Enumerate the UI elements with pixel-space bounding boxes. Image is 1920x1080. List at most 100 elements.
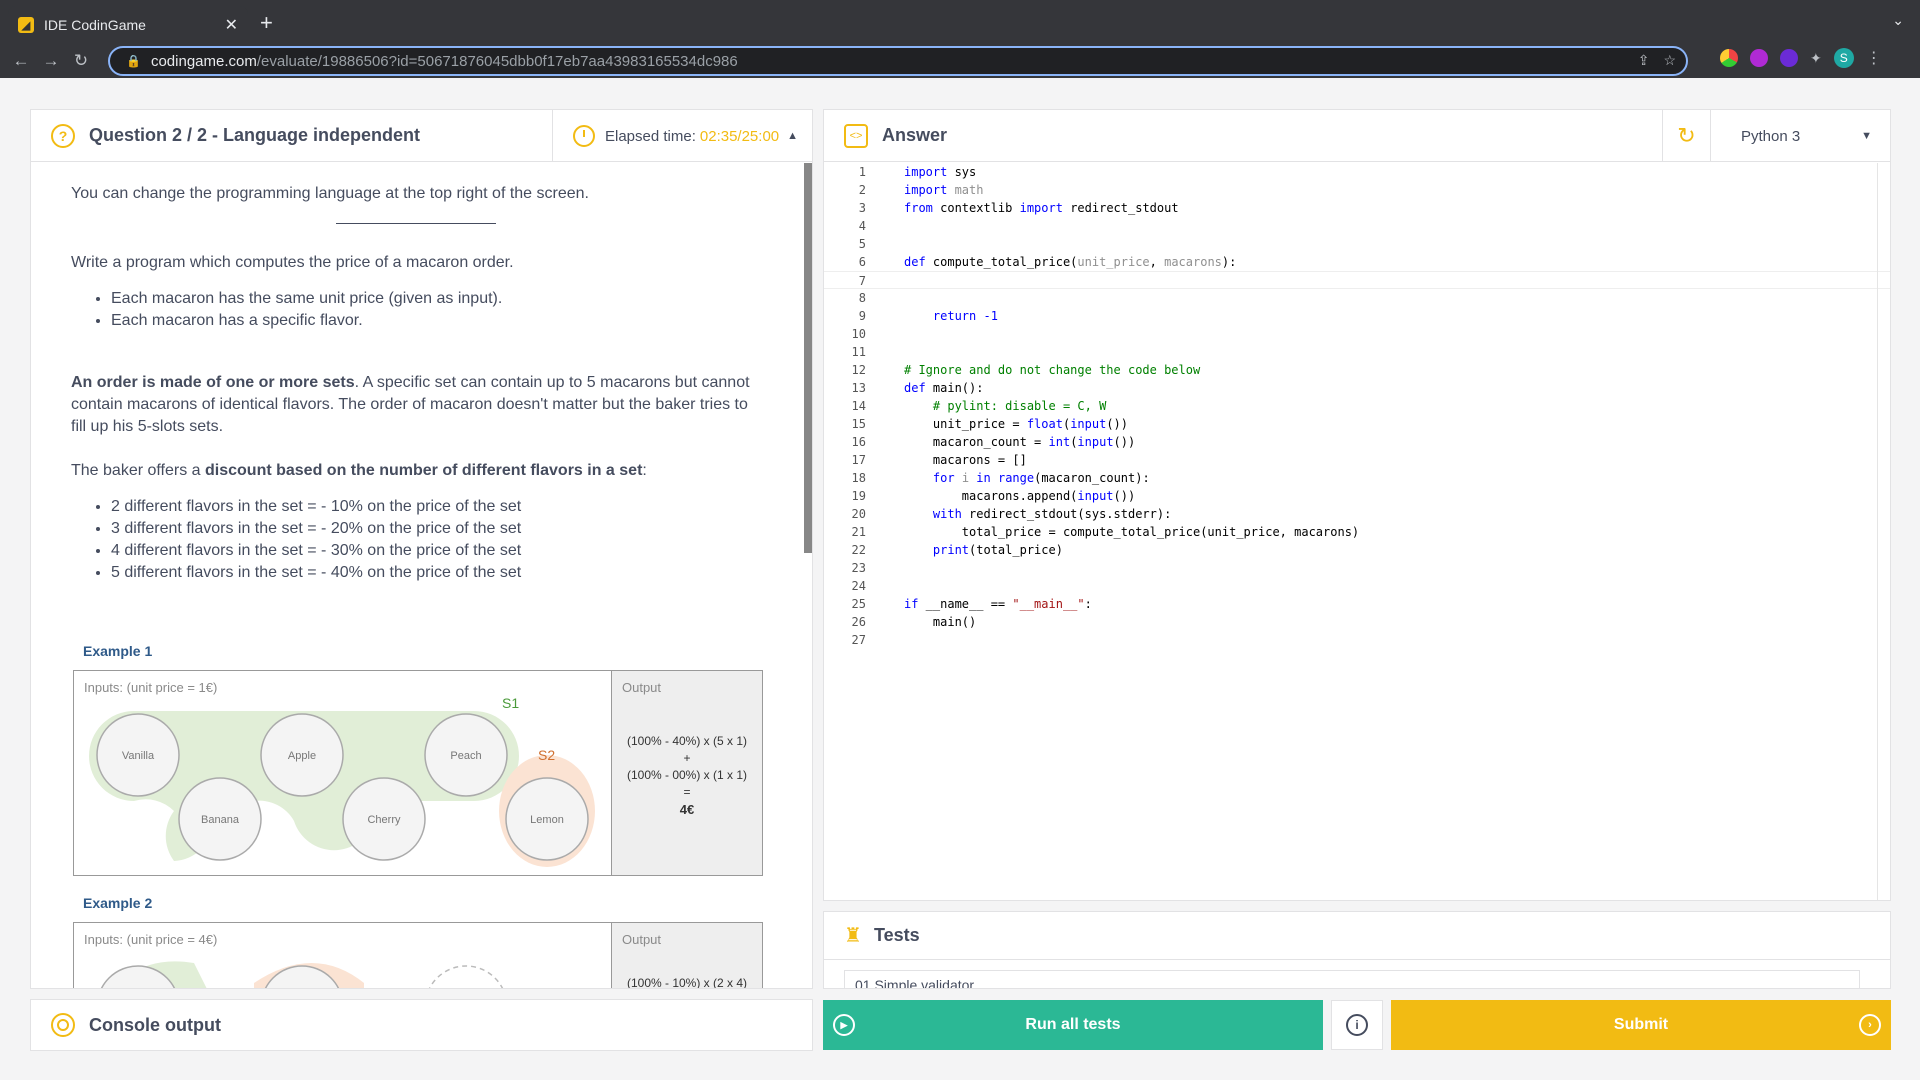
code-line[interactable]: 13 def main(): xyxy=(824,379,1890,397)
language-select[interactable]: Python 3 ▼ xyxy=(1710,110,1890,162)
console-panel[interactable]: Console output xyxy=(30,999,813,1051)
example2-output: Output (100% - 10%) x (2 x 4) xyxy=(612,923,762,988)
code-text: import sys xyxy=(876,163,976,181)
code-line[interactable]: 6 def compute_total_price(unit_price, mac… xyxy=(824,253,1890,271)
code-line[interactable]: 25 if __name__ == "__main__": xyxy=(824,595,1890,613)
extensions-puzzle-icon[interactable]: ✦ xyxy=(1810,50,1822,67)
example2-inputs: Inputs: (unit price = 4€) xyxy=(74,923,612,988)
line-number: 26 xyxy=(851,615,866,629)
code-line[interactable]: 24 xyxy=(824,577,1890,595)
code-token: unit_price xyxy=(1077,255,1150,269)
line-number: 18 xyxy=(851,471,866,485)
code-line[interactable]: 22 print(total_price) xyxy=(824,541,1890,559)
code-token: macarons xyxy=(1164,255,1222,269)
extension-icon-1[interactable] xyxy=(1720,49,1738,67)
flavor-label: Cherry xyxy=(367,814,401,826)
statement-scrollbar[interactable] xyxy=(804,163,812,553)
code-line[interactable]: 3 from contextlib import redirect_stdout xyxy=(824,199,1890,217)
browser-tab-strip: ◢ IDE CodinGame ✕ + ⌄ xyxy=(0,0,1920,44)
profile-avatar[interactable]: S xyxy=(1833,48,1854,68)
editor-scrollbar[interactable] xyxy=(1877,163,1878,900)
flavor-label: Banana xyxy=(201,814,240,826)
code-text: import math xyxy=(876,181,983,199)
test-case-item[interactable]: 01 Simple validator xyxy=(844,970,1860,988)
new-tab-icon[interactable]: + xyxy=(260,10,273,36)
lock-icon[interactable]: 🔒 xyxy=(126,54,141,68)
tab-title: IDE CodinGame xyxy=(44,17,146,33)
code-line[interactable]: 15 unit_price = float(input()) xyxy=(824,415,1890,433)
code-line[interactable]: 23 xyxy=(824,559,1890,577)
line-number: 17 xyxy=(851,453,866,467)
extension-icon-2[interactable] xyxy=(1750,49,1768,67)
forward-arrow-icon[interactable]: → xyxy=(36,51,66,71)
code-line[interactable]: 2 import math xyxy=(824,181,1890,199)
code-line[interactable]: 4 xyxy=(824,217,1890,235)
code-line[interactable]: 10 xyxy=(824,325,1890,343)
elapsed-value: 02:35/25:00 xyxy=(699,127,780,145)
code-line[interactable]: 7 xyxy=(824,271,1890,289)
info-button[interactable]: i xyxy=(1331,1000,1383,1050)
back-arrow-icon[interactable]: ← xyxy=(6,51,36,71)
code-token: float xyxy=(1026,417,1063,431)
code-token: in xyxy=(976,471,991,485)
code-text: # Ignore and do not change the code belo… xyxy=(876,361,1200,379)
line-number: 1 xyxy=(858,165,866,179)
submit-button[interactable]: Submit › xyxy=(1391,1000,1891,1050)
browser-menu-icon[interactable]: ⋮ xyxy=(1866,48,1882,68)
code-line[interactable]: 9 return -1 xyxy=(824,307,1890,325)
browser-tab[interactable]: ◢ IDE CodinGame ✕ xyxy=(8,6,248,44)
code-line[interactable]: 21 total_price = compute_total_price(uni… xyxy=(824,523,1890,541)
code-line[interactable]: 16 macaron_count = int(input()) xyxy=(824,433,1890,451)
reload-icon[interactable]: ↻ xyxy=(66,51,96,71)
console-icon xyxy=(51,1013,75,1037)
extension-icon-3[interactable] xyxy=(1780,49,1798,67)
code-line[interactable]: 8 xyxy=(824,289,1890,307)
list-item: 3 different flavors in the set = - 20% o… xyxy=(111,518,760,540)
line-number: 6 xyxy=(858,255,866,269)
code-line[interactable]: 20 with redirect_stdout(sys.stderr): xyxy=(824,505,1890,523)
timer-icon xyxy=(573,125,595,147)
run-all-tests-button[interactable]: ▶ Run all tests xyxy=(823,1000,1323,1050)
code-token: from xyxy=(904,201,933,215)
example2-title: Example 2 xyxy=(83,895,153,911)
set-s1-label: S1 xyxy=(502,695,519,711)
answer-panel: <> Answer ↻ Python 3 ▼ 1 import sys 2 impor… xyxy=(823,109,1891,901)
code-token: redirect_stdout xyxy=(1062,201,1179,215)
reset-code-icon[interactable]: ↻ xyxy=(1662,110,1710,162)
code-line[interactable]: 26 main() xyxy=(824,613,1890,631)
code-token: __name__ == xyxy=(918,597,1013,611)
calc-line: (100% - 00%) x (1 x 1) xyxy=(626,768,748,782)
code-line[interactable]: 1 import sys xyxy=(824,163,1890,181)
tab-search-chevron-icon[interactable]: ⌄ xyxy=(1892,12,1904,29)
code-line[interactable]: 27 xyxy=(824,631,1890,649)
list-item: 4 different flavors in the set = - 30% o… xyxy=(111,540,760,562)
code-line[interactable]: 18 for i in range(macaron_count): xyxy=(824,469,1890,487)
code-token: main(): xyxy=(925,381,984,395)
example1-figure: Inputs: (unit price = 1€) Vanilla Apple … xyxy=(73,670,763,876)
code-text: if __name__ == "__main__": xyxy=(876,595,1092,613)
bookmark-star-icon[interactable]: ☆ xyxy=(1663,52,1676,69)
answer-header: <> Answer ↻ Python 3 ▼ xyxy=(824,110,1890,162)
chevron-up-icon[interactable]: ▲ xyxy=(787,130,798,142)
order-rule: An order is made of one or more sets. A … xyxy=(71,372,760,438)
tests-panel: ♜ Tests 01 Simple validator xyxy=(823,911,1891,989)
code-line[interactable]: 17 macarons = [] xyxy=(824,451,1890,469)
example1-output-label: Output xyxy=(622,680,662,695)
line-number: 23 xyxy=(851,561,866,575)
address-bar[interactable]: 🔒 codingame.com/evaluate/19886506?id=506… xyxy=(108,46,1688,76)
share-icon[interactable]: ⇪ xyxy=(1638,52,1650,69)
code-line[interactable]: 12 # Ignore and do not change the code be… xyxy=(824,361,1890,379)
chevron-down-icon: ▼ xyxy=(1861,130,1872,142)
code-line[interactable]: 14 # pylint: disable = C, W xyxy=(824,397,1890,415)
code-editor[interactable]: 1 import sys 2 import math 3 from contextlib … xyxy=(824,163,1890,900)
code-line[interactable]: 19 macarons.append(input()) xyxy=(824,487,1890,505)
tab-close-icon[interactable]: ✕ xyxy=(225,15,238,35)
code-line[interactable]: 5 xyxy=(824,235,1890,253)
example1-title: Example 1 xyxy=(83,643,153,659)
code-text: def compute_total_price(unit_price, maca… xyxy=(876,253,1236,271)
code-line[interactable]: 11 xyxy=(824,343,1890,361)
elapsed-timer[interactable]: Elapsed time: 02:35/25:00 ▲ xyxy=(552,110,812,162)
